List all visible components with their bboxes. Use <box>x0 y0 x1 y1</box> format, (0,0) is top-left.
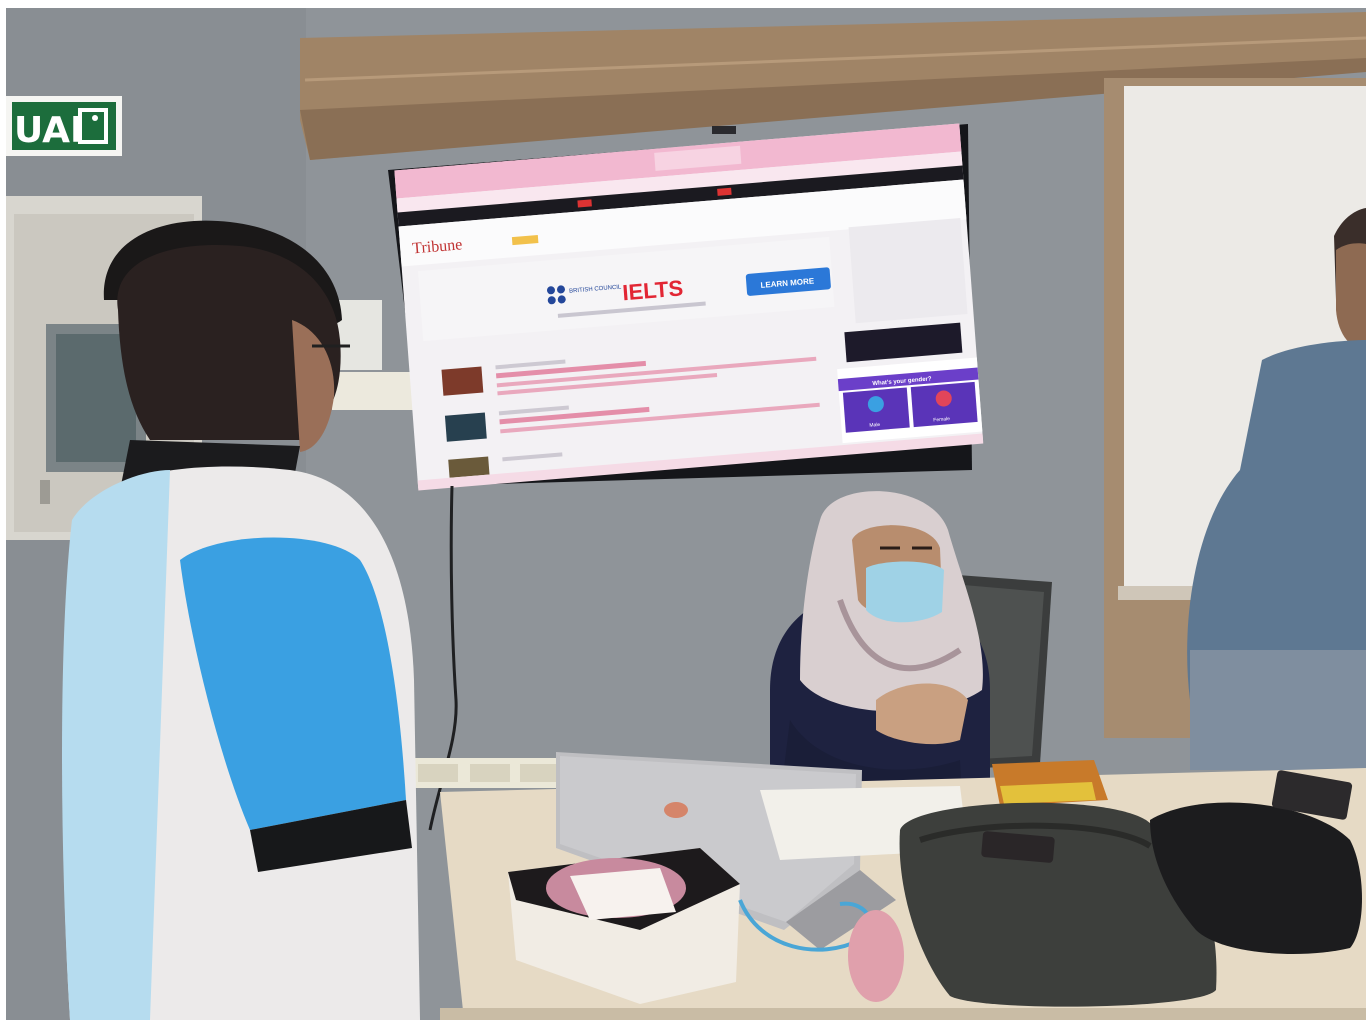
pink-pouch <box>848 910 904 1002</box>
office-photo-scene: UAR Tribune BRITISH COUNCIL IELTS LEARN … <box>0 0 1372 1024</box>
article-thumb <box>441 366 484 396</box>
power-sockets <box>404 758 568 788</box>
tv-monitor: Tribune BRITISH COUNCIL IELTS LEARN MORE <box>388 123 984 491</box>
ad-brand-ielts: IELTS <box>622 275 684 305</box>
article-thumb <box>444 412 487 442</box>
switch-plate <box>332 372 414 410</box>
laptop-logo-icon <box>664 802 688 818</box>
books <box>992 760 1108 806</box>
raised-arm <box>876 683 968 745</box>
face-mask <box>866 561 944 623</box>
article-thumb <box>448 456 490 478</box>
tv-webcam <box>712 126 736 134</box>
gender-popup: What's your gender? Male Female <box>837 357 983 444</box>
exit-sign: UAR <box>6 96 122 156</box>
sidebar-ad <box>848 217 968 324</box>
popup-male-label: Male <box>869 422 880 429</box>
